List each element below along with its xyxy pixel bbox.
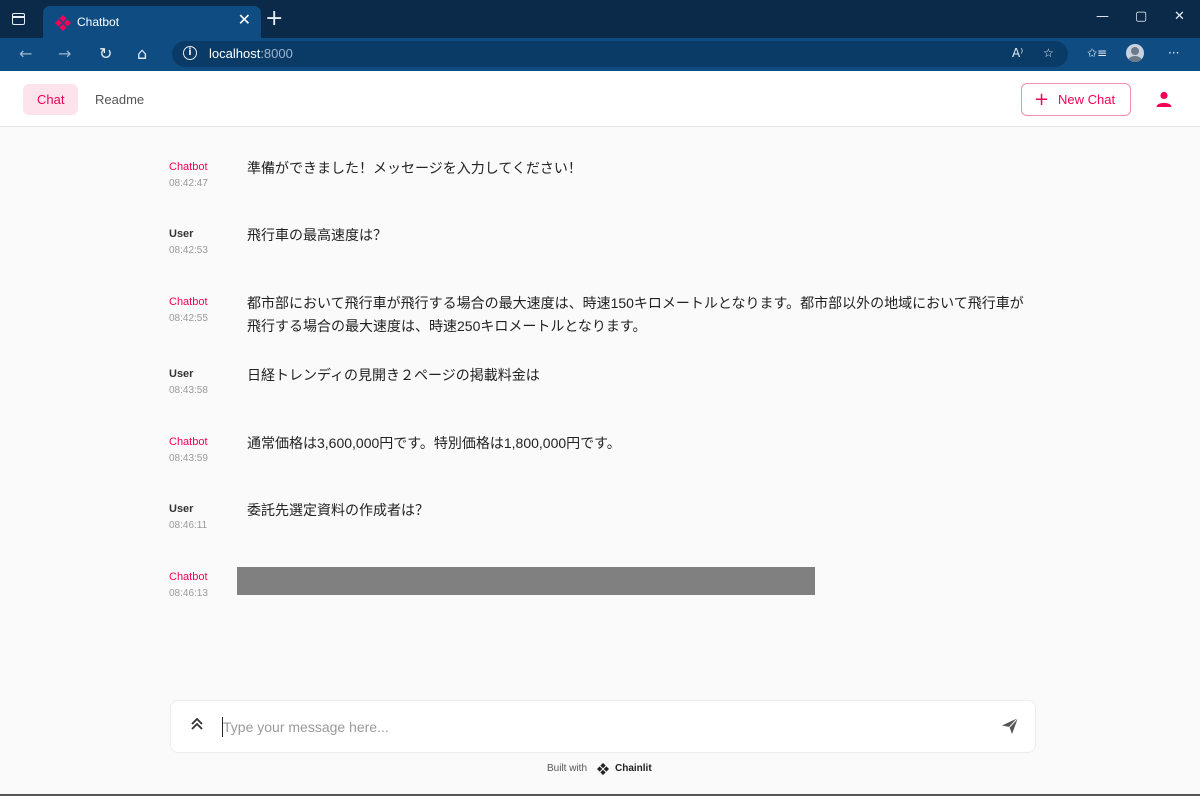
message-author: Chatbot [169, 571, 208, 583]
message-content: 日経トレンディの見開き２ページの掲載料金は [247, 367, 540, 383]
footer: Built with Chainlit [547, 763, 652, 775]
browser-toolbar: ← → ↻ ⌂ i localhost:8000 A⁾ ☆ ✩≡ ··· [0, 38, 1200, 71]
tab-close-icon[interactable]: ✕ [238, 11, 251, 31]
message-time: 08:42:47 [169, 178, 208, 189]
url-port: :8000 [260, 46, 293, 61]
back-icon[interactable]: ← [19, 44, 32, 63]
forward-icon[interactable]: → [58, 44, 71, 63]
message-input[interactable] [223, 714, 983, 740]
message-time: 08:46:11 [169, 520, 208, 531]
message-content: 都市部において飛行車が飛行する場合の最大速度は、時速150キロメートルとなります… [247, 295, 1024, 334]
message-content: 準備ができました！メッセージを入力してください！ [247, 160, 582, 176]
app-header: Chat Readme + New Chat [0, 71, 1200, 127]
reload-icon[interactable]: ↻ [99, 44, 112, 63]
message-time: 08:46:13 [169, 588, 208, 599]
message-author: Chatbot [169, 436, 208, 448]
add-favorite-icon[interactable]: ☆ [1043, 46, 1054, 60]
browser-tab[interactable]: Chatbot ✕ [43, 6, 261, 38]
site-info-icon[interactable]: i [183, 46, 197, 60]
message-time: 08:43:59 [169, 453, 208, 464]
message-composer [170, 700, 1036, 753]
address-bar[interactable]: i localhost:8000 [172, 41, 1068, 67]
tab-chat[interactable]: Chat [23, 84, 79, 115]
chainlit-brand[interactable]: Chainlit [615, 763, 652, 774]
message-author: Chatbot [169, 161, 208, 173]
maximize-icon[interactable]: ▢ [1135, 9, 1147, 24]
favorites-icon[interactable]: ✩≡ [1087, 46, 1107, 60]
message-author: User [169, 503, 194, 515]
message-author: Chatbot [169, 296, 208, 308]
home-icon[interactable]: ⌂ [137, 44, 147, 63]
new-tab-icon[interactable]: + [265, 7, 283, 31]
message-time: 08:42:55 [169, 313, 208, 324]
user-account-icon[interactable] [1156, 91, 1172, 107]
url-host: localhost [209, 46, 261, 61]
tab-actions-icon[interactable] [12, 13, 25, 25]
message-author: User [169, 368, 194, 380]
browser-profile-icon[interactable] [1126, 44, 1144, 62]
message-time: 08:42:53 [169, 245, 208, 256]
built-with-text: Built with [547, 763, 588, 774]
message-time: 08:43:58 [169, 385, 208, 396]
plus-icon: + [1034, 89, 1050, 110]
tab-readme[interactable]: Readme [81, 84, 158, 115]
settings-more-icon[interactable]: ··· [1168, 46, 1179, 60]
read-aloud-icon[interactable]: A⁾ [1012, 46, 1023, 60]
message-content: 通常価格は3,600,000円です。特別価格は1,800,000円です。 [247, 435, 621, 451]
chevrons-up-icon[interactable] [190, 715, 204, 733]
send-icon[interactable] [1001, 717, 1019, 735]
message-content: 委託先選定資料の作成者は？ [247, 502, 429, 518]
new-chat-button[interactable]: + New Chat [1021, 83, 1131, 116]
chainlit-logo-icon [597, 763, 609, 775]
window-close-icon[interactable]: ✕ [1174, 9, 1185, 24]
message-content: 飛行車の最高速度は？ [247, 227, 387, 243]
browser-title-bar: Chatbot ✕ + — ▢ ✕ [0, 0, 1200, 38]
tab-title: Chatbot [77, 15, 120, 29]
new-chat-label: New Chat [1058, 92, 1116, 107]
redacted-message-content [237, 567, 815, 595]
minimize-icon[interactable]: — [1096, 9, 1109, 24]
chainlit-favicon-icon [55, 15, 71, 31]
url-text: localhost:8000 [209, 46, 293, 61]
message-author: User [169, 228, 194, 240]
